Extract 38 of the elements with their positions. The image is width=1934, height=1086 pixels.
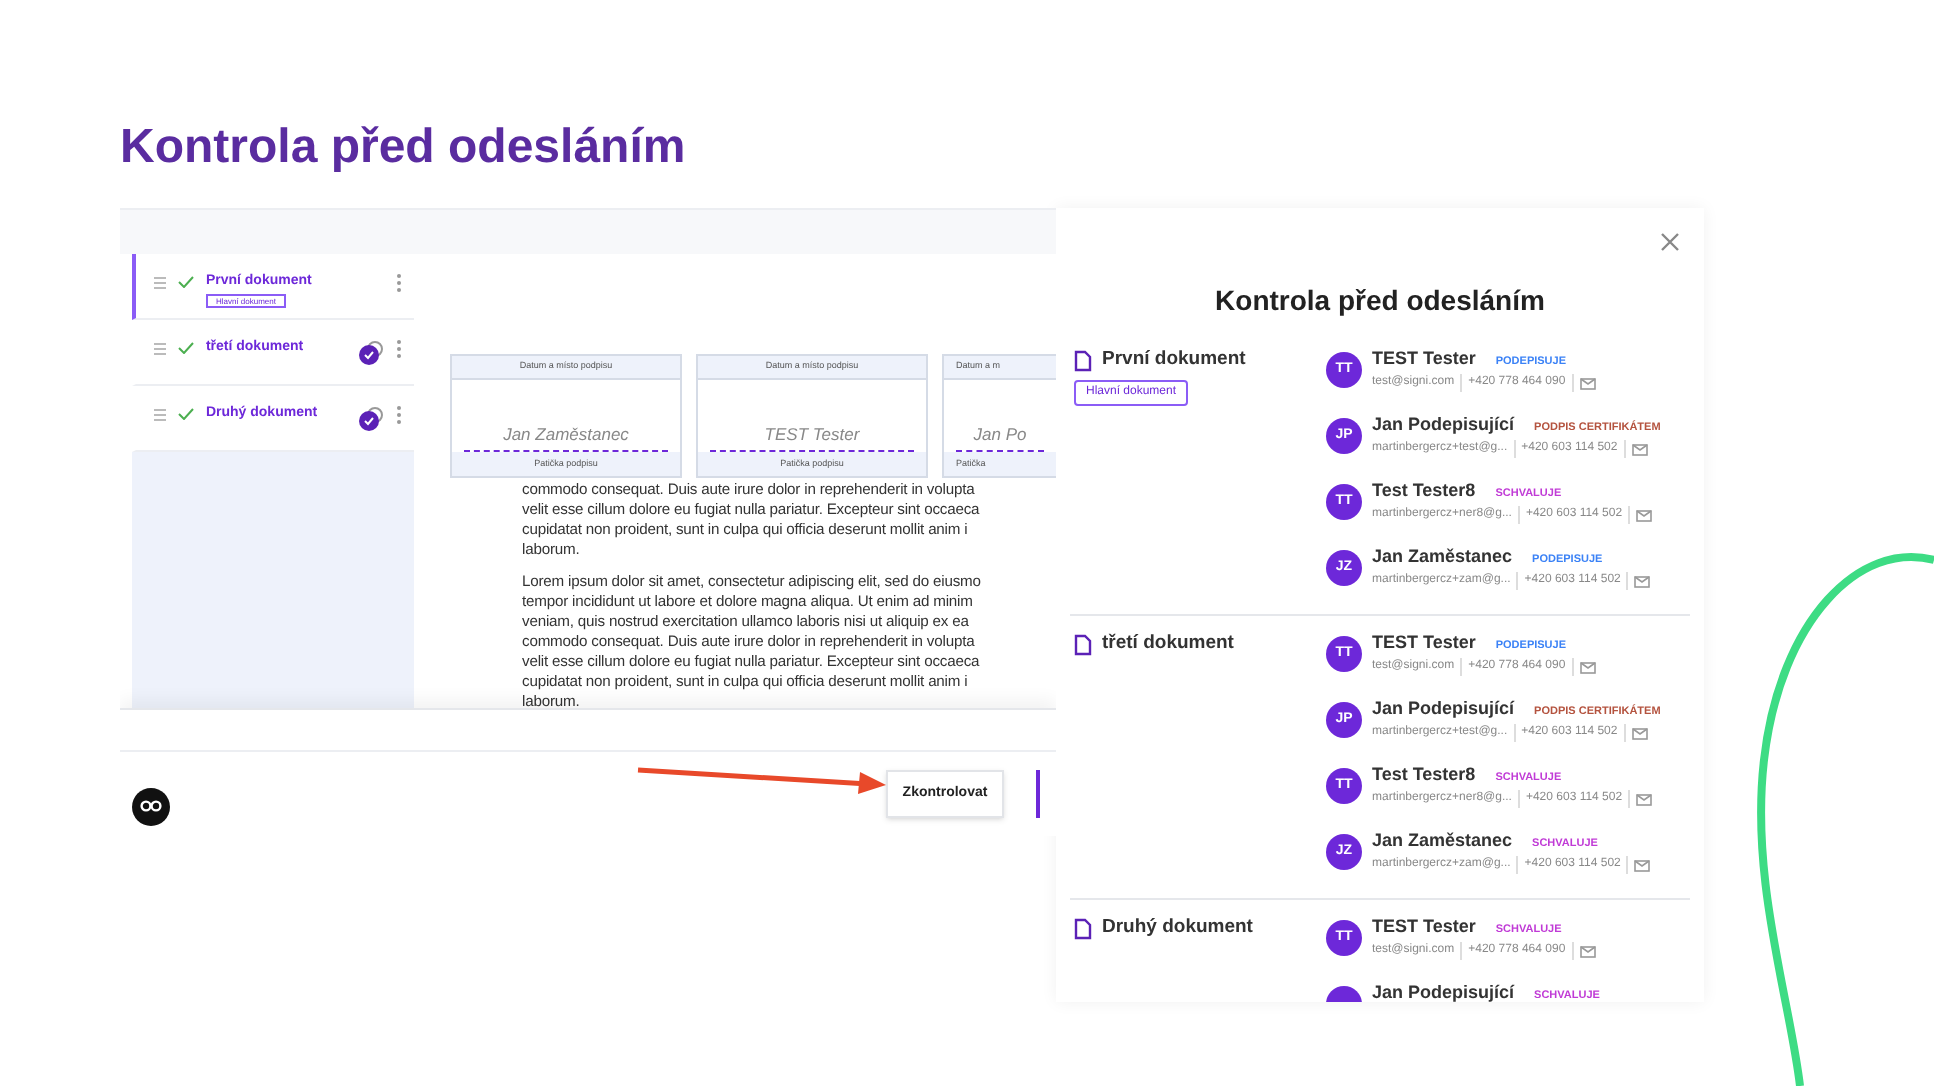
- mail-icon[interactable]: [1631, 727, 1648, 740]
- drag-handle-icon[interactable]: [153, 342, 166, 356]
- signer-name: Jan Zaměstanec: [1372, 828, 1513, 852]
- mail-icon[interactable]: [1579, 945, 1596, 958]
- signer-name: Test Tester8: [1372, 478, 1476, 502]
- signer-name: TEST Tester: [1372, 630, 1476, 654]
- signature-name: Jan Zaměstanec: [503, 424, 629, 444]
- signer-name: TEST Tester: [1372, 346, 1476, 370]
- signer-name: Jan Podepisující: [1372, 980, 1515, 1002]
- kebab-menu-icon[interactable]: [396, 274, 402, 292]
- mail-icon[interactable]: [1634, 859, 1651, 872]
- dialog-title: Kontrola před odesláním: [1215, 282, 1545, 318]
- drag-handle-icon[interactable]: [153, 408, 166, 422]
- logo-icon[interactable]: [132, 787, 170, 825]
- document-title: První dokument: [1102, 346, 1246, 374]
- mail-icon[interactable]: [1636, 793, 1653, 806]
- signer-name: Jan Podepisující: [1372, 696, 1515, 720]
- signer-name: Jan Podepisující: [1372, 412, 1515, 436]
- kebab-menu-icon[interactable]: [396, 340, 402, 358]
- mail-icon[interactable]: [1579, 661, 1596, 674]
- mail-icon[interactable]: [1636, 509, 1653, 522]
- signature-name: Jan Po: [973, 424, 1027, 444]
- document-title: Druhý dokument: [1102, 914, 1253, 942]
- signer-name: Jan Zaměstanec: [1372, 544, 1513, 568]
- signature-name: TEST Tester: [764, 424, 860, 444]
- mail-icon[interactable]: [1631, 443, 1648, 456]
- document-icon: [1074, 633, 1092, 656]
- document-title: třetí dokument: [1102, 630, 1234, 658]
- close-icon[interactable]: [1660, 232, 1680, 252]
- signer-name: TEST Tester: [1372, 914, 1476, 938]
- drag-handle-icon[interactable]: [153, 276, 166, 290]
- slide-title: Kontrola před odesláním: [120, 118, 686, 178]
- mail-icon[interactable]: [1634, 575, 1651, 588]
- kebab-menu-icon[interactable]: [396, 406, 402, 424]
- mail-icon[interactable]: [1579, 377, 1596, 390]
- document-icon: [1074, 349, 1092, 372]
- signer-name: Test Tester8: [1372, 762, 1476, 786]
- document-icon: [1074, 917, 1092, 940]
